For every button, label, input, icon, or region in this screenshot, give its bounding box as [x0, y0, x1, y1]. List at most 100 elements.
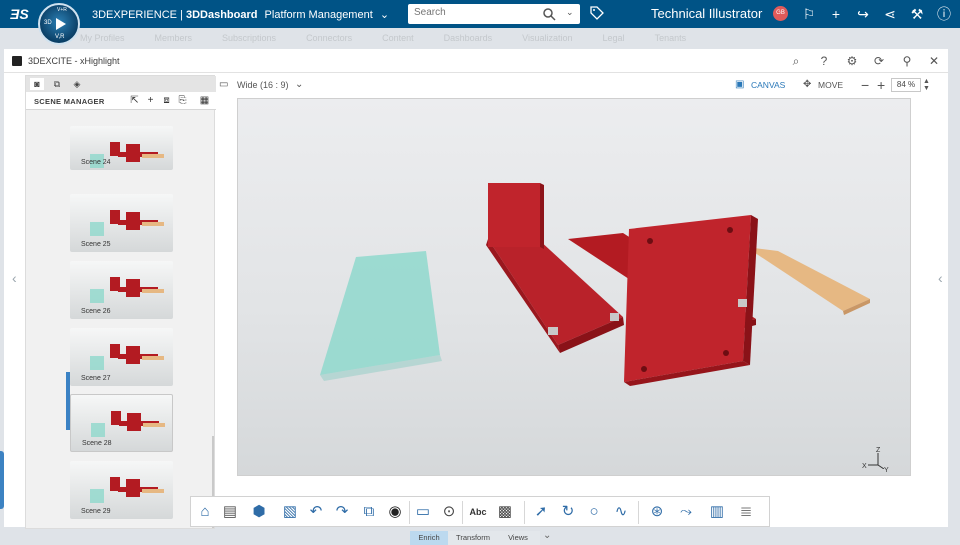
- scene-thumbnail[interactable]: Scene 28: [70, 394, 173, 452]
- chevron-down-icon[interactable]: ⌄: [295, 78, 303, 92]
- gear-icon[interactable]: ⚙: [844, 53, 860, 69]
- 3ds-logo-icon[interactable]: ƎS: [10, 6, 29, 22]
- media-icon[interactable]: ▥: [707, 502, 727, 522]
- scene-manager-title: SCENE MANAGER: [34, 97, 105, 106]
- dashboard-tab[interactable]: My Profiles: [80, 33, 125, 43]
- widget-title: 3DEXCITE - xHighlight: [28, 56, 120, 66]
- grid-view-icon[interactable]: ▦: [198, 94, 211, 107]
- zoom-out-icon[interactable]: −: [861, 78, 869, 92]
- user-name[interactable]: Technical Illustrator: [651, 6, 762, 21]
- move-icon[interactable]: ✥: [803, 78, 811, 92]
- measure-icon[interactable]: ⊙: [439, 502, 459, 522]
- curve-tool-icon[interactable]: ∿: [611, 502, 631, 522]
- annotation-icon[interactable]: ▭: [413, 502, 433, 522]
- scene-label: Scene 25: [81, 241, 111, 248]
- dashboard-tab[interactable]: Tenants: [655, 33, 687, 43]
- image-icon[interactable]: ▧: [280, 502, 300, 522]
- platform-context[interactable]: Platform Management: [265, 9, 373, 21]
- add-scene-icon[interactable]: +: [144, 94, 157, 107]
- layers-tab-icon[interactable]: ◈: [70, 78, 84, 90]
- scene-thumbnail[interactable]: Scene 24: [70, 126, 173, 170]
- inspect-icon[interactable]: ⊛: [647, 502, 667, 522]
- tab-views[interactable]: Views: [498, 531, 538, 545]
- dashboard-tab[interactable]: Legal: [603, 33, 625, 43]
- share-arrow-icon[interactable]: ↪: [854, 5, 872, 23]
- capture-scene-icon[interactable]: ⧈: [160, 94, 173, 107]
- search-dropdown-icon[interactable]: ⌄: [566, 7, 574, 18]
- 3d-scene[interactable]: [238, 99, 911, 476]
- avatar[interactable]: GB: [773, 6, 788, 21]
- export-scene-icon[interactable]: ⎘: [176, 94, 189, 107]
- 3d-viewport[interactable]: Z X Y: [237, 98, 911, 476]
- camera-tab-icon[interactable]: ◙: [30, 78, 44, 90]
- add-icon[interactable]: +: [827, 5, 845, 23]
- front-panel-part: [624, 215, 751, 382]
- search-input[interactable]: [414, 7, 539, 18]
- dashboard-tab[interactable]: Dashboards: [444, 33, 493, 43]
- panel-expand-arrow-icon[interactable]: ‹: [938, 270, 943, 286]
- scene-thumbnail[interactable]: Scene 26: [70, 261, 173, 319]
- align-icon[interactable]: ≣: [736, 502, 756, 522]
- aspect-ratio-select[interactable]: Wide (16 : 9): [237, 80, 289, 90]
- dashboard-tabs: My Profiles Members Subscriptions Connector…: [80, 33, 716, 45]
- glass-panel-part: [320, 251, 440, 375]
- arrow-tool-icon[interactable]: ➚: [531, 502, 551, 522]
- tab-enrich[interactable]: Enrich: [410, 531, 448, 545]
- wood-board-part: [746, 247, 870, 311]
- dashboard-tab[interactable]: Subscriptions: [222, 33, 276, 43]
- circle-tool-icon[interactable]: ○: [584, 502, 604, 522]
- zoom-level-input[interactable]: 84 %: [891, 78, 921, 92]
- move-toggle[interactable]: MOVE: [818, 78, 843, 92]
- tab-transform[interactable]: Transform: [450, 531, 496, 545]
- scene-label: Scene 26: [81, 308, 111, 315]
- canvas-icon[interactable]: ▣: [735, 78, 744, 92]
- objects-tab-icon[interactable]: ⧉: [50, 78, 64, 90]
- side-drawer-handle[interactable]: [0, 451, 4, 509]
- collapse-toolbar-icon[interactable]: ⌄: [543, 530, 551, 541]
- capture-icon[interactable]: ⧉: [359, 502, 379, 522]
- search-icon[interactable]: ⌕: [788, 53, 804, 69]
- save-icon[interactable]: ▤: [220, 502, 240, 522]
- dashboard-tab[interactable]: Content: [382, 33, 414, 43]
- zoom-in-icon[interactable]: +: [877, 78, 885, 92]
- dashboard-tab[interactable]: Connectors: [306, 33, 352, 43]
- panel-collapse-arrow-icon[interactable]: ‹: [12, 270, 17, 286]
- pin-icon[interactable]: ⚲: [899, 53, 915, 69]
- select-scene-icon[interactable]: ⇱: [128, 94, 141, 107]
- close-icon[interactable]: ✕: [926, 53, 942, 69]
- zoom-stepper-icon[interactable]: ▲ ▼: [923, 78, 930, 92]
- scene-thumbnail[interactable]: Scene 27: [70, 328, 173, 386]
- scene-thumbnail[interactable]: Scene 25: [70, 194, 173, 252]
- home-icon[interactable]: ⌂: [195, 502, 215, 522]
- picture-tool-icon[interactable]: ▩: [495, 502, 515, 522]
- flag-icon[interactable]: ⚐: [800, 5, 818, 23]
- refresh-icon[interactable]: ⟳: [871, 53, 887, 69]
- help-icon[interactable]: ?: [816, 53, 832, 69]
- dashboard-tab[interactable]: Visualization: [522, 33, 572, 43]
- search-icon[interactable]: [542, 7, 556, 21]
- play-icon[interactable]: ◉: [385, 502, 405, 522]
- path-tool-icon[interactable]: ⤳: [676, 502, 696, 522]
- separator: [462, 501, 463, 524]
- compass-3d-label: 3D: [44, 20, 52, 26]
- separator: [409, 501, 410, 524]
- network-share-icon[interactable]: ⋖: [881, 5, 899, 23]
- scene-label: Scene 24: [81, 159, 111, 166]
- panel-tabs: ◙ ⧉ ◈: [26, 76, 216, 92]
- search-box[interactable]: ⌄: [408, 4, 580, 24]
- dashboard-tab[interactable]: Members: [155, 33, 193, 43]
- undo-icon[interactable]: ↶: [306, 502, 326, 522]
- help-icon[interactable]: ⓘ: [935, 5, 953, 23]
- redo-icon[interactable]: ↷: [332, 502, 352, 522]
- canvas-toggle[interactable]: CANVAS: [751, 78, 785, 92]
- chevron-down-icon[interactable]: ⌄: [380, 9, 389, 21]
- scene-thumbnail[interactable]: Scene 29: [70, 461, 173, 519]
- rotate-tool-icon[interactable]: ↻: [558, 502, 578, 522]
- app-title: 3DEXPERIENCE | 3DDashboard Platform Mana…: [92, 8, 389, 21]
- text-tool-icon[interactable]: Abc: [468, 502, 488, 522]
- import-icon[interactable]: ⬢: [249, 502, 269, 522]
- tools-icon[interactable]: ⚒: [908, 5, 926, 23]
- compass-icon[interactable]: V+R 3D V,R: [38, 3, 80, 45]
- tag-icon[interactable]: [590, 6, 604, 20]
- scene-panel: ◙ ⧉ ◈ SCENE MANAGER ⇱ + ⧈ ⎘ ▦ Scene 24 Sc…: [25, 75, 216, 529]
